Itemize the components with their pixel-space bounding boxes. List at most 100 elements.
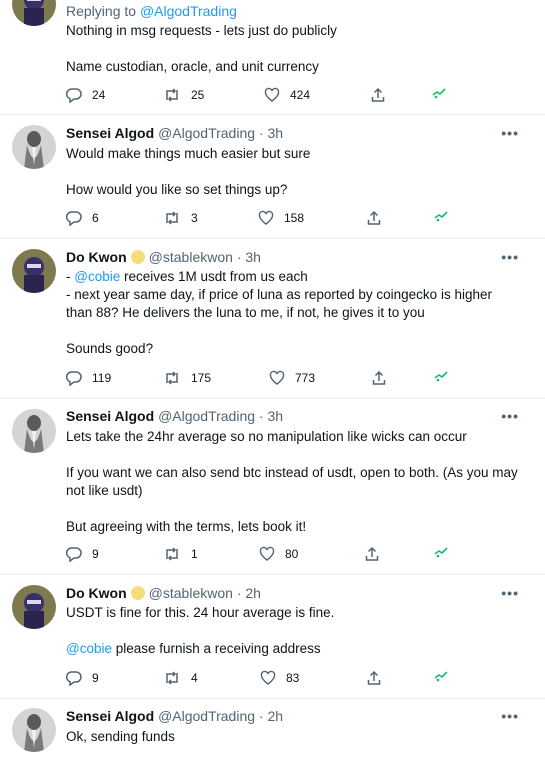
like-button[interactable]: 773 bbox=[269, 370, 315, 386]
user-handle[interactable]: @AlgodTrading bbox=[158, 408, 255, 424]
avatar[interactable] bbox=[12, 409, 56, 453]
user-handle[interactable]: @AlgodTrading bbox=[158, 708, 255, 724]
display-name[interactable]: Sensei Algod bbox=[66, 708, 154, 724]
retweet-button[interactable]: 4 bbox=[163, 670, 198, 686]
retweet-button[interactable]: 175 bbox=[163, 370, 211, 386]
reply-count: 6 bbox=[92, 211, 99, 225]
timestamp[interactable]: · 2h bbox=[259, 708, 283, 724]
timestamp[interactable]: · 2h bbox=[237, 585, 261, 601]
like-count: 80 bbox=[285, 547, 299, 561]
analytics-button[interactable] bbox=[434, 210, 448, 222]
verified-badge bbox=[130, 250, 145, 264]
avatar[interactable] bbox=[12, 249, 56, 293]
tweet-line: USDT is fine for this. 24 hour average i… bbox=[66, 605, 335, 620]
user-handle[interactable]: @stablekwon bbox=[149, 585, 233, 601]
tweet-text: Ok, sending funds bbox=[66, 728, 536, 746]
more-options-icon[interactable]: ••• bbox=[501, 125, 519, 141]
more-options-icon[interactable]: ••• bbox=[501, 708, 519, 724]
heart-icon bbox=[258, 210, 274, 225]
timestamp[interactable]: · 3h bbox=[237, 249, 261, 265]
analytics-icon bbox=[434, 211, 448, 222]
avatar[interactable] bbox=[12, 0, 56, 26]
display-name[interactable]: Sensei Algod bbox=[66, 408, 154, 424]
share-icon bbox=[367, 210, 381, 225]
user-handle[interactable]: @stablekwon bbox=[149, 249, 233, 265]
more-options-icon[interactable]: ••• bbox=[501, 249, 519, 265]
reply-to-link[interactable]: @AlgodTrading bbox=[140, 3, 237, 19]
avatar[interactable] bbox=[12, 585, 56, 629]
retweet-button[interactable]: 1 bbox=[163, 546, 198, 562]
heart-icon bbox=[269, 370, 285, 385]
tweet-line: Would make things much easier but sure bbox=[66, 146, 311, 161]
share-button[interactable] bbox=[366, 210, 382, 226]
tweet-line: How would you like so set things up? bbox=[66, 182, 288, 197]
heart-icon bbox=[264, 87, 280, 102]
dokwon-avatar-image bbox=[12, 585, 56, 629]
reply-button[interactable]: 6 bbox=[66, 210, 99, 226]
tweet-5[interactable]: Sensei Algod @AlgodTrading · 2h ••• Ok, … bbox=[0, 698, 545, 757]
tweet-text: Nothing in msg requests - lets just do p… bbox=[66, 22, 536, 76]
algod-avatar-image bbox=[12, 125, 56, 169]
more-options-icon[interactable]: ••• bbox=[501, 408, 519, 424]
more-options-icon[interactable]: ••• bbox=[501, 585, 519, 601]
like-button[interactable]: 80 bbox=[259, 546, 298, 562]
timestamp[interactable]: · 3h bbox=[259, 408, 283, 424]
analytics-icon bbox=[434, 671, 448, 682]
mention-link[interactable]: @cobie bbox=[66, 641, 112, 656]
retweet-button[interactable]: 3 bbox=[163, 210, 198, 226]
verified-badge bbox=[130, 586, 145, 600]
reply-count: 24 bbox=[92, 88, 106, 102]
tweet-4[interactable]: Do Kwon @stablekwon · 2h ••• USDT is fine… bbox=[0, 574, 545, 699]
share-button[interactable] bbox=[370, 87, 386, 103]
share-button[interactable] bbox=[371, 370, 387, 386]
like-button[interactable]: 83 bbox=[260, 670, 299, 686]
reply-icon bbox=[66, 211, 82, 226]
share-icon bbox=[365, 546, 379, 561]
display-name[interactable]: Do Kwon bbox=[66, 585, 127, 601]
retweet-icon bbox=[166, 211, 178, 225]
tweet-header: Sensei Algod @AlgodTrading · 3h bbox=[66, 408, 283, 424]
retweet-icon bbox=[166, 371, 178, 385]
like-count: 424 bbox=[290, 88, 311, 102]
avatar[interactable] bbox=[12, 125, 56, 169]
analytics-button[interactable] bbox=[434, 546, 448, 558]
dokwon-avatar-image bbox=[12, 249, 56, 293]
like-button[interactable]: 158 bbox=[258, 210, 304, 226]
reply-icon bbox=[66, 88, 82, 103]
tweet-3[interactable]: Sensei Algod @AlgodTrading · 3h ••• Lets… bbox=[0, 398, 545, 575]
tweet-2[interactable]: Do Kwon @stablekwon · 3h ••• - @cobie rec… bbox=[0, 238, 545, 399]
like-button[interactable]: 424 bbox=[264, 87, 310, 103]
share-icon bbox=[371, 87, 385, 102]
tweet-line: @cobie please furnish a receiving addres… bbox=[66, 640, 536, 658]
like-count: 158 bbox=[284, 211, 305, 225]
mention-link[interactable]: @cobie bbox=[74, 269, 120, 284]
tweet-line: not like usdt) bbox=[66, 483, 143, 498]
display-name[interactable]: Sensei Algod bbox=[66, 125, 154, 141]
retweet-icon bbox=[166, 88, 178, 102]
reply-button[interactable]: 24 bbox=[66, 87, 105, 103]
analytics-button[interactable] bbox=[434, 370, 448, 382]
avatar[interactable] bbox=[12, 708, 56, 752]
share-icon bbox=[372, 370, 386, 385]
user-handle[interactable]: @AlgodTrading bbox=[158, 125, 255, 141]
share-button[interactable] bbox=[366, 670, 382, 686]
analytics-button[interactable] bbox=[434, 670, 448, 682]
share-icon bbox=[367, 670, 381, 685]
tweet-line: Ok, sending funds bbox=[66, 729, 175, 744]
share-button[interactable] bbox=[364, 546, 380, 562]
tweet-1[interactable]: Sensei Algod @AlgodTrading · 3h ••• Woul… bbox=[0, 114, 545, 239]
retweet-button[interactable]: 25 bbox=[163, 87, 204, 103]
dokwon-avatar-image bbox=[12, 0, 56, 26]
analytics-button[interactable] bbox=[432, 87, 446, 99]
retweet-count: 175 bbox=[191, 371, 212, 385]
timestamp[interactable]: · 3h bbox=[259, 125, 283, 141]
reply-button[interactable]: 119 bbox=[66, 370, 111, 386]
retweet-count: 4 bbox=[191, 671, 198, 685]
display-name[interactable]: Do Kwon bbox=[66, 249, 127, 265]
reply-button[interactable]: 9 bbox=[66, 670, 99, 686]
reply-count: 119 bbox=[92, 371, 112, 385]
reply-button[interactable]: 9 bbox=[66, 546, 99, 562]
tweet-0[interactable]: Replying to @AlgodTrading Nothing in msg… bbox=[0, 0, 545, 115]
reply-icon bbox=[66, 547, 82, 562]
tweet-text: USDT is fine for this. 24 hour average i… bbox=[66, 604, 536, 658]
